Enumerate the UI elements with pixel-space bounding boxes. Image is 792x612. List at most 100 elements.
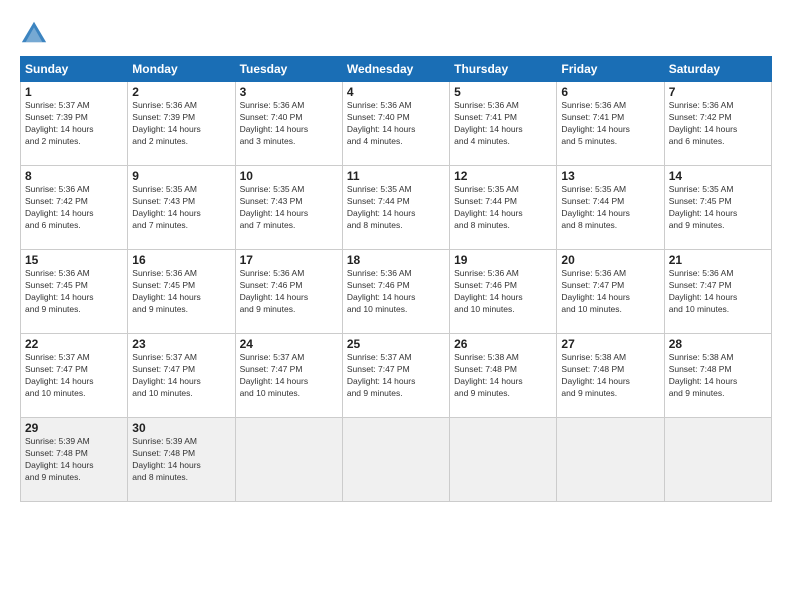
table-row — [235, 418, 342, 502]
calendar-week-3: 15Sunrise: 5:36 AM Sunset: 7:45 PM Dayli… — [21, 250, 772, 334]
day-number: 16 — [132, 253, 230, 267]
day-info: Sunrise: 5:36 AM Sunset: 7:47 PM Dayligh… — [669, 268, 767, 316]
day-number: 26 — [454, 337, 552, 351]
table-row: 29Sunrise: 5:39 AM Sunset: 7:48 PM Dayli… — [21, 418, 128, 502]
day-info: Sunrise: 5:36 AM Sunset: 7:41 PM Dayligh… — [561, 100, 659, 148]
day-number: 17 — [240, 253, 338, 267]
col-friday: Friday — [557, 57, 664, 82]
day-info: Sunrise: 5:39 AM Sunset: 7:48 PM Dayligh… — [132, 436, 230, 484]
day-info: Sunrise: 5:36 AM Sunset: 7:40 PM Dayligh… — [240, 100, 338, 148]
col-monday: Monday — [128, 57, 235, 82]
day-number: 9 — [132, 169, 230, 183]
table-row: 17Sunrise: 5:36 AM Sunset: 7:46 PM Dayli… — [235, 250, 342, 334]
day-number: 8 — [25, 169, 123, 183]
logo — [20, 18, 52, 46]
logo-icon — [20, 18, 48, 46]
col-thursday: Thursday — [450, 57, 557, 82]
table-row — [557, 418, 664, 502]
table-row — [450, 418, 557, 502]
header-row: Sunday Monday Tuesday Wednesday Thursday… — [21, 57, 772, 82]
day-number: 27 — [561, 337, 659, 351]
table-row: 18Sunrise: 5:36 AM Sunset: 7:46 PM Dayli… — [342, 250, 449, 334]
day-info: Sunrise: 5:36 AM Sunset: 7:39 PM Dayligh… — [132, 100, 230, 148]
page: Sunday Monday Tuesday Wednesday Thursday… — [0, 0, 792, 612]
table-row: 27Sunrise: 5:38 AM Sunset: 7:48 PM Dayli… — [557, 334, 664, 418]
col-tuesday: Tuesday — [235, 57, 342, 82]
day-number: 10 — [240, 169, 338, 183]
table-row: 5Sunrise: 5:36 AM Sunset: 7:41 PM Daylig… — [450, 82, 557, 166]
table-row: 21Sunrise: 5:36 AM Sunset: 7:47 PM Dayli… — [664, 250, 771, 334]
day-number: 30 — [132, 421, 230, 435]
day-number: 23 — [132, 337, 230, 351]
day-number: 12 — [454, 169, 552, 183]
table-row: 20Sunrise: 5:36 AM Sunset: 7:47 PM Dayli… — [557, 250, 664, 334]
table-row: 25Sunrise: 5:37 AM Sunset: 7:47 PM Dayli… — [342, 334, 449, 418]
calendar-week-2: 8Sunrise: 5:36 AM Sunset: 7:42 PM Daylig… — [21, 166, 772, 250]
day-number: 24 — [240, 337, 338, 351]
table-row: 14Sunrise: 5:35 AM Sunset: 7:45 PM Dayli… — [664, 166, 771, 250]
day-number: 7 — [669, 85, 767, 99]
day-number: 15 — [25, 253, 123, 267]
day-info: Sunrise: 5:35 AM Sunset: 7:44 PM Dayligh… — [454, 184, 552, 232]
day-number: 20 — [561, 253, 659, 267]
day-info: Sunrise: 5:36 AM Sunset: 7:45 PM Dayligh… — [25, 268, 123, 316]
header — [20, 18, 772, 46]
table-row — [342, 418, 449, 502]
day-number: 3 — [240, 85, 338, 99]
table-row: 23Sunrise: 5:37 AM Sunset: 7:47 PM Dayli… — [128, 334, 235, 418]
day-info: Sunrise: 5:36 AM Sunset: 7:42 PM Dayligh… — [25, 184, 123, 232]
calendar-week-1: 1Sunrise: 5:37 AM Sunset: 7:39 PM Daylig… — [21, 82, 772, 166]
col-sunday: Sunday — [21, 57, 128, 82]
table-row: 9Sunrise: 5:35 AM Sunset: 7:43 PM Daylig… — [128, 166, 235, 250]
table-row: 7Sunrise: 5:36 AM Sunset: 7:42 PM Daylig… — [664, 82, 771, 166]
day-number: 11 — [347, 169, 445, 183]
calendar-week-4: 22Sunrise: 5:37 AM Sunset: 7:47 PM Dayli… — [21, 334, 772, 418]
table-row: 19Sunrise: 5:36 AM Sunset: 7:46 PM Dayli… — [450, 250, 557, 334]
table-row: 8Sunrise: 5:36 AM Sunset: 7:42 PM Daylig… — [21, 166, 128, 250]
calendar-week-5: 29Sunrise: 5:39 AM Sunset: 7:48 PM Dayli… — [21, 418, 772, 502]
day-number: 22 — [25, 337, 123, 351]
col-wednesday: Wednesday — [342, 57, 449, 82]
day-info: Sunrise: 5:36 AM Sunset: 7:41 PM Dayligh… — [454, 100, 552, 148]
table-row: 6Sunrise: 5:36 AM Sunset: 7:41 PM Daylig… — [557, 82, 664, 166]
day-info: Sunrise: 5:37 AM Sunset: 7:47 PM Dayligh… — [132, 352, 230, 400]
table-row: 26Sunrise: 5:38 AM Sunset: 7:48 PM Dayli… — [450, 334, 557, 418]
table-row: 16Sunrise: 5:36 AM Sunset: 7:45 PM Dayli… — [128, 250, 235, 334]
col-saturday: Saturday — [664, 57, 771, 82]
day-info: Sunrise: 5:36 AM Sunset: 7:40 PM Dayligh… — [347, 100, 445, 148]
day-info: Sunrise: 5:36 AM Sunset: 7:47 PM Dayligh… — [561, 268, 659, 316]
day-number: 28 — [669, 337, 767, 351]
day-number: 13 — [561, 169, 659, 183]
day-info: Sunrise: 5:36 AM Sunset: 7:46 PM Dayligh… — [347, 268, 445, 316]
table-row: 3Sunrise: 5:36 AM Sunset: 7:40 PM Daylig… — [235, 82, 342, 166]
table-row: 10Sunrise: 5:35 AM Sunset: 7:43 PM Dayli… — [235, 166, 342, 250]
day-info: Sunrise: 5:36 AM Sunset: 7:45 PM Dayligh… — [132, 268, 230, 316]
table-row: 4Sunrise: 5:36 AM Sunset: 7:40 PM Daylig… — [342, 82, 449, 166]
calendar-header: Sunday Monday Tuesday Wednesday Thursday… — [21, 57, 772, 82]
day-info: Sunrise: 5:35 AM Sunset: 7:45 PM Dayligh… — [669, 184, 767, 232]
day-info: Sunrise: 5:36 AM Sunset: 7:46 PM Dayligh… — [454, 268, 552, 316]
day-number: 1 — [25, 85, 123, 99]
day-info: Sunrise: 5:35 AM Sunset: 7:44 PM Dayligh… — [561, 184, 659, 232]
day-info: Sunrise: 5:36 AM Sunset: 7:42 PM Dayligh… — [669, 100, 767, 148]
day-info: Sunrise: 5:35 AM Sunset: 7:43 PM Dayligh… — [132, 184, 230, 232]
table-row: 11Sunrise: 5:35 AM Sunset: 7:44 PM Dayli… — [342, 166, 449, 250]
day-number: 21 — [669, 253, 767, 267]
table-row: 13Sunrise: 5:35 AM Sunset: 7:44 PM Dayli… — [557, 166, 664, 250]
day-number: 6 — [561, 85, 659, 99]
calendar-body: 1Sunrise: 5:37 AM Sunset: 7:39 PM Daylig… — [21, 82, 772, 502]
table-row: 2Sunrise: 5:36 AM Sunset: 7:39 PM Daylig… — [128, 82, 235, 166]
table-row: 24Sunrise: 5:37 AM Sunset: 7:47 PM Dayli… — [235, 334, 342, 418]
day-info: Sunrise: 5:37 AM Sunset: 7:47 PM Dayligh… — [347, 352, 445, 400]
table-row: 1Sunrise: 5:37 AM Sunset: 7:39 PM Daylig… — [21, 82, 128, 166]
day-info: Sunrise: 5:37 AM Sunset: 7:47 PM Dayligh… — [25, 352, 123, 400]
table-row: 12Sunrise: 5:35 AM Sunset: 7:44 PM Dayli… — [450, 166, 557, 250]
day-number: 5 — [454, 85, 552, 99]
day-info: Sunrise: 5:38 AM Sunset: 7:48 PM Dayligh… — [561, 352, 659, 400]
day-info: Sunrise: 5:37 AM Sunset: 7:47 PM Dayligh… — [240, 352, 338, 400]
day-info: Sunrise: 5:39 AM Sunset: 7:48 PM Dayligh… — [25, 436, 123, 484]
day-number: 4 — [347, 85, 445, 99]
day-info: Sunrise: 5:38 AM Sunset: 7:48 PM Dayligh… — [454, 352, 552, 400]
day-number: 18 — [347, 253, 445, 267]
table-row — [664, 418, 771, 502]
